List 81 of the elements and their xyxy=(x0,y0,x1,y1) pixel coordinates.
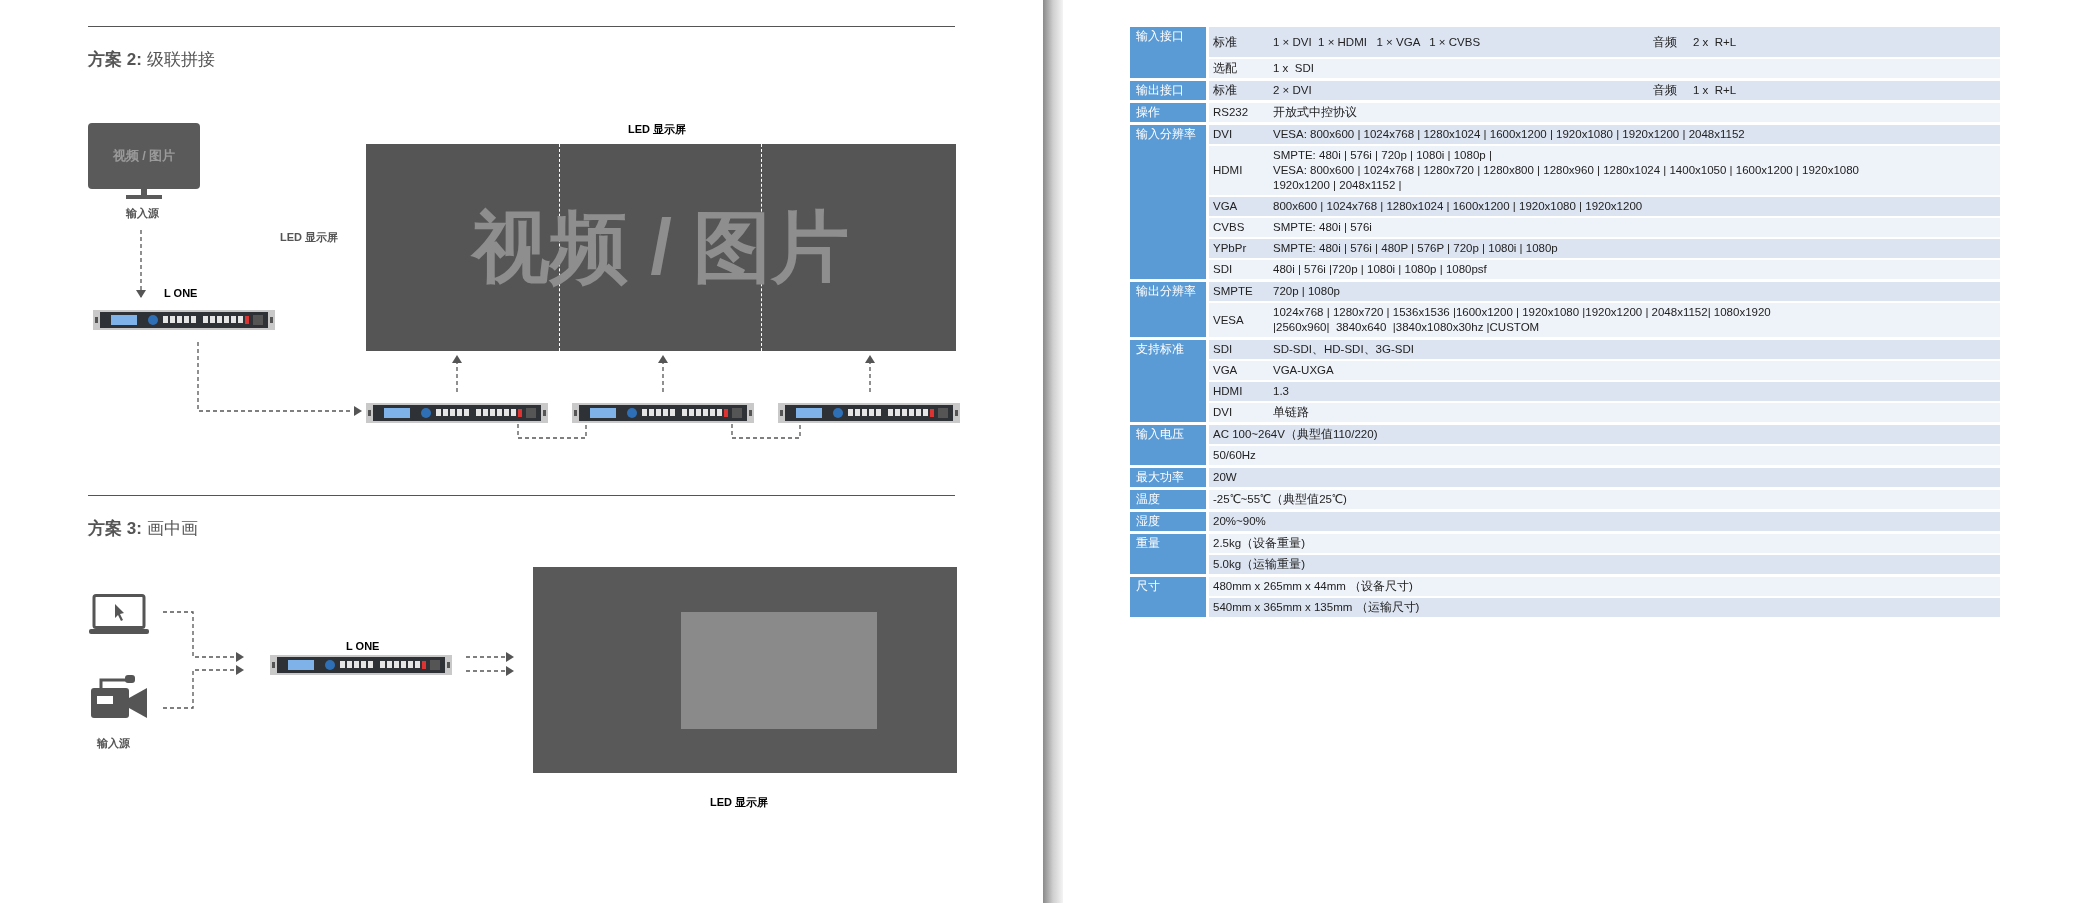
group-label: 输入分辨率 xyxy=(1130,125,1206,279)
processor-label: L ONE xyxy=(346,639,380,654)
audio-key: 音频 xyxy=(1653,34,1693,50)
row-key: SDI xyxy=(1213,342,1273,357)
dashed-connector xyxy=(517,422,587,439)
section-title: 方案 2: 级联拼接 xyxy=(88,49,215,71)
group-label: 支持标准 xyxy=(1130,340,1206,422)
row-key: VESA xyxy=(1213,312,1273,328)
row-key: SMPTE xyxy=(1213,284,1273,299)
section-title: 方案 3: 画中画 xyxy=(88,517,198,540)
table-cell: AC 100~264V（典型值110/220) xyxy=(1213,427,1378,442)
group-label: 湿度 xyxy=(1130,512,1206,531)
row-key: HDMI xyxy=(1213,384,1273,399)
table-cell: 20W xyxy=(1213,470,1237,485)
table-cell: 1 × DVI 1 × HDMI 1 × VGA 1 × CVBS xyxy=(1273,34,1481,50)
row-key: 标准 xyxy=(1213,83,1273,98)
table-cell: SMPTE: 480i | 576i | 720p | 1080i | 1080p | xyxy=(1273,148,1492,163)
video-camera-icon xyxy=(91,674,147,718)
group-label: 最大功率 xyxy=(1130,468,1206,487)
dashed-arrow xyxy=(452,354,462,393)
row-key: DVI xyxy=(1213,127,1273,142)
row-key: YPbPr xyxy=(1213,241,1273,256)
table-cell: 5.0kg（运输重量) xyxy=(1213,557,1305,572)
table-cell: 1024x768 | 1280x720 | 1536x1536 |1600x1200 | 1920x1080 |1920x1200 | 2048x1152| 1080x1920 xyxy=(1273,305,1771,320)
dashed-arrow xyxy=(465,652,514,662)
row-key: VGA xyxy=(1213,363,1273,378)
row-key: DVI xyxy=(1213,405,1273,420)
table-cell: 720p | 1080p xyxy=(1273,284,1340,299)
table-cell: 2 x R+L xyxy=(1693,34,1737,50)
processor-label: L ONE xyxy=(164,285,198,301)
screen-text: 视频 / 图片 xyxy=(112,146,176,165)
table-cell: 1.3 xyxy=(1273,384,1289,399)
row-key: SDI xyxy=(1213,262,1273,277)
row-key: VGA xyxy=(1213,199,1273,214)
table-cell: |2560x960| 3840x640 |3840x1080x30hz |CUSTOM xyxy=(1273,320,1540,335)
dashed-arrow xyxy=(465,666,514,676)
table-cell: 800x600 | 1024x768 | 1280x1024 | 1600x1200 | 1920x1080 | 1920x1200 xyxy=(1273,199,1643,214)
table-cell: 单链路 xyxy=(1273,405,1309,420)
group-label: 输出接口 xyxy=(1130,81,1206,100)
group-label: 输入接口 xyxy=(1130,27,1206,78)
table-cell: SD-SDI、HD-SDI、3G-SDI xyxy=(1273,342,1414,357)
group-label: 尺寸 xyxy=(1130,577,1206,617)
table-cell: 20%~90% xyxy=(1213,514,1266,529)
group-label: 温度 xyxy=(1130,490,1206,509)
dashed-arrow xyxy=(136,228,146,299)
source-label: 输入源 xyxy=(126,205,159,221)
table-cell: VESA: 800x600 | 1024x768 | 1280x720 | 1280x800 | 1280x960 | 1280x1024 | 1400x1050 | 1600x1200 | 1920x1080 xyxy=(1273,163,1859,178)
table-cell: 480mm x 265mm x 44mm （设备尺寸) xyxy=(1213,579,1413,594)
table-cell: VGA-UXGA xyxy=(1273,363,1334,378)
table-cell: SMPTE: 480i | 576i xyxy=(1273,220,1372,235)
table-cell: VESA: 800x600 | 1024x768 | 1280x1024 | 1600x1200 | 1920x1080 | 1920x1200 | 2048x1152 xyxy=(1273,127,1745,142)
table-cell: 50/60Hz xyxy=(1213,448,1256,463)
dashed-arrow xyxy=(865,354,875,393)
group-label: 操作 xyxy=(1130,103,1206,122)
dashed-connector xyxy=(731,422,801,439)
audio-key: 音频 xyxy=(1653,83,1693,98)
group-label: 输入电压 xyxy=(1130,425,1206,465)
table-cell: 540mm x 365mm x 135mm （运输尺寸) xyxy=(1213,600,1420,615)
table-cell: 480i | 576i |720p | 1080i | 1080p | 1080psf xyxy=(1273,262,1487,277)
group-label: 重量 xyxy=(1130,534,1206,574)
table-cell: 2 × DVI xyxy=(1273,83,1312,98)
row-key: 标准 xyxy=(1213,34,1273,50)
screen-label: LED 显示屏 xyxy=(628,121,687,137)
table-cell: 1 x R+L xyxy=(1693,83,1737,98)
row-key: CVBS xyxy=(1213,220,1273,235)
source-label: 输入源 xyxy=(97,736,130,751)
screen-label: LED 显示屏 xyxy=(710,795,769,810)
wall-overlay-text: 视频 / 图片 xyxy=(472,201,850,293)
dashed-arrow xyxy=(658,354,668,393)
table-cell: 1920x1200 | 2048x1152 | xyxy=(1273,178,1402,193)
row-key: RS232 xyxy=(1213,105,1273,120)
table-cell: -25℃~55℃（典型值25℃) xyxy=(1213,492,1347,507)
laptop-icon xyxy=(89,594,149,635)
table-cell: SMPTE: 480i | 576i | 480P | 576P | 720p | 1080i | 1080p xyxy=(1273,241,1558,256)
table-cell: 1 x SDI xyxy=(1273,61,1314,76)
table-cell: 2.5kg（设备重量) xyxy=(1213,536,1305,551)
screen-label: LED 显示屏 xyxy=(280,229,339,245)
row-key: HDMI xyxy=(1213,163,1273,178)
table-cell: 开放式中控协议 xyxy=(1273,105,1357,120)
row-key: 选配 xyxy=(1213,61,1273,76)
group-label: 输出分辨率 xyxy=(1130,282,1206,337)
